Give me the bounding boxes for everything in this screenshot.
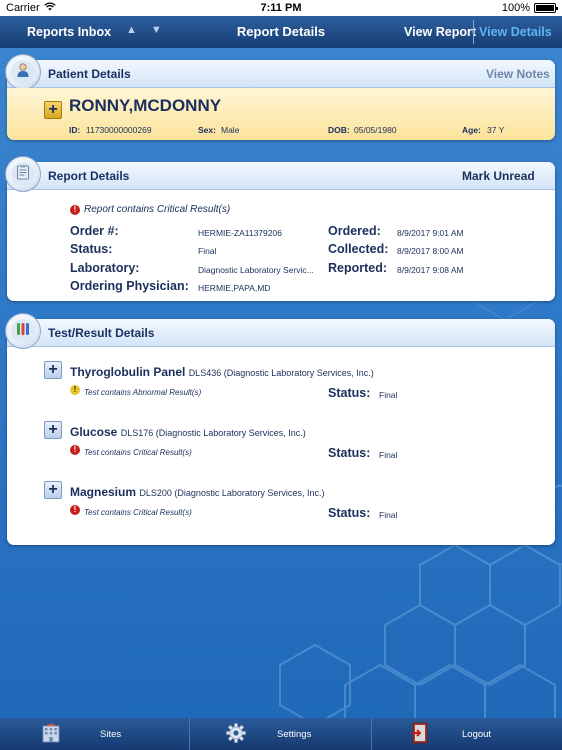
patient-details-title: Patient Details <box>48 67 131 81</box>
reported-value: 8/9/2017 9:08 AM <box>397 265 464 275</box>
logout-door-icon <box>410 722 430 747</box>
patient-id-label: ID: <box>69 125 81 135</box>
wifi-icon <box>43 2 56 14</box>
view-notes-button[interactable]: View Notes <box>486 67 550 81</box>
critical-alert-icon: ! <box>70 505 80 515</box>
patient-dob-label: DOB: <box>328 125 350 135</box>
order-value: HERMIE-ZA11379206 <box>198 228 282 238</box>
patient-age-label: Age: <box>462 125 481 135</box>
reported-label: Reported: <box>328 261 388 275</box>
patient-summary[interactable]: + RONNY,MCDONNY ID: 11730000000269 Sex: … <box>7 88 555 140</box>
test-code: DLS176 (Diagnostic Laboratory Services, … <box>120 428 306 438</box>
test-title: Glucose DLS176 (Diagnostic Laboratory Se… <box>70 425 306 439</box>
laboratory-label: Laboratory: <box>70 261 140 275</box>
test-status-label: Status: <box>328 506 371 520</box>
expand-patient-button[interactable]: + <box>44 101 62 119</box>
expand-test-button[interactable]: + <box>44 361 62 379</box>
test-result-details-header: Test/Result Details <box>5 313 555 349</box>
laboratory-value: Diagnostic Laboratory Servic... <box>198 265 314 275</box>
ordered-value: 8/9/2017 9:01 AM <box>397 228 464 238</box>
report-details-header: Report Details Mark Unread <box>5 156 555 192</box>
tests-badge <box>5 313 41 349</box>
status-value: Final <box>198 246 217 256</box>
building-icon <box>40 723 62 746</box>
critical-alert-icon: ! <box>70 205 80 215</box>
test-name: Glucose <box>70 425 118 439</box>
patient-age-value: 37 Y <box>487 125 505 135</box>
test-title: Magnesium DLS200 (Diagnostic Laboratory … <box>70 485 324 499</box>
patient-id-value: 11730000000269 <box>86 125 152 135</box>
test-note: Test contains Critical Result(s) <box>84 508 192 517</box>
collected-label: Collected: <box>328 242 389 256</box>
patient-sex-value: Male <box>221 125 240 135</box>
tab-sites-label: Sites <box>100 728 122 740</box>
order-label: Order #: <box>70 224 119 238</box>
ordered-label: Ordered: <box>328 224 381 238</box>
person-icon <box>15 62 31 83</box>
tab-logout-label: Logout <box>462 728 492 740</box>
abnormal-alert-icon: ! <box>70 385 80 395</box>
ordering-physician-label: Ordering Physician: <box>70 279 189 293</box>
patient-dob-value: 05/05/1980 <box>354 125 397 135</box>
test-name: Thyroglobulin Panel <box>70 365 186 379</box>
up-arrow-icon[interactable]: ▲ <box>126 24 151 36</box>
test-note: Test contains Abnormal Result(s) <box>84 388 202 397</box>
reports-inbox-button[interactable]: Reports Inbox <box>27 25 111 39</box>
patient-details-header: Patient Details View Notes <box>5 54 555 90</box>
test-note: Test contains Critical Result(s) <box>84 448 192 457</box>
tab-divider <box>189 718 190 750</box>
test-name: Magnesium <box>70 485 137 499</box>
gear-icon <box>225 722 247 747</box>
tab-bar: Sites Settings Logout <box>0 718 562 750</box>
tab-divider <box>371 718 372 750</box>
clipboard-icon <box>15 164 31 185</box>
carrier-label: Carrier <box>6 2 40 14</box>
test-code: DLS200 (Diagnostic Laboratory Services, … <box>139 488 325 498</box>
status-label: Status: <box>70 242 113 256</box>
patient-name: RONNY,MCDONNY <box>69 96 222 115</box>
test-status-value: Final <box>379 390 398 400</box>
tab-sites[interactable]: Sites <box>40 718 121 750</box>
test-result-details-title: Test/Result Details <box>48 326 155 340</box>
view-report-button[interactable]: View Report <box>404 25 476 39</box>
battery-percent: 100% <box>501 2 530 14</box>
status-bar: Carrier 7:11 PM 100% <box>0 0 562 16</box>
view-details-button[interactable]: View Details <box>479 25 552 39</box>
nav-divider <box>473 20 474 44</box>
report-critical-note: Report contains Critical Result(s) <box>84 204 231 215</box>
patient-details-panel: Patient Details View Notes + RONNY,MCDON… <box>5 54 555 140</box>
patient-sex-label: Sex: <box>198 125 216 135</box>
ordering-physician-value: HERMIE,PAPA,MD <box>198 283 271 293</box>
test-result-details-panel: Test/Result Details + Thyroglobulin Pane… <box>5 313 555 545</box>
down-arrow-icon[interactable]: ▼ <box>151 24 176 36</box>
report-details-title: Report Details <box>48 169 130 183</box>
mark-unread-button[interactable]: Mark Unread <box>462 169 535 183</box>
test-status-label: Status: <box>328 386 371 400</box>
test-status-value: Final <box>379 450 398 460</box>
prev-next-arrows: ▲▼ <box>126 24 176 36</box>
test-status-value: Final <box>379 510 398 520</box>
navigation-bar: Reports Inbox ▲▼ Report Details View Rep… <box>0 16 562 48</box>
patient-badge <box>5 54 41 90</box>
clock: 7:11 PM <box>260 2 302 14</box>
expand-test-button[interactable]: + <box>44 481 62 499</box>
test-code: DLS436 (Diagnostic Laboratory Services, … <box>188 368 374 378</box>
report-badge <box>5 156 41 192</box>
tab-settings-label: Settings <box>277 728 312 740</box>
collected-value: 8/9/2017 8:00 AM <box>397 246 464 256</box>
report-details-panel: Report Details Mark Unread ! Report cont… <box>5 156 555 301</box>
tab-settings[interactable]: Settings <box>225 718 311 750</box>
tab-logout[interactable]: Logout <box>410 718 491 750</box>
expand-test-button[interactable]: + <box>44 421 62 439</box>
test-title: Thyroglobulin Panel DLS436 (Diagnostic L… <box>70 365 374 379</box>
battery-icon <box>534 3 558 13</box>
test-tubes-icon <box>15 321 31 342</box>
test-status-label: Status: <box>328 446 371 460</box>
critical-alert-icon: ! <box>70 445 80 455</box>
